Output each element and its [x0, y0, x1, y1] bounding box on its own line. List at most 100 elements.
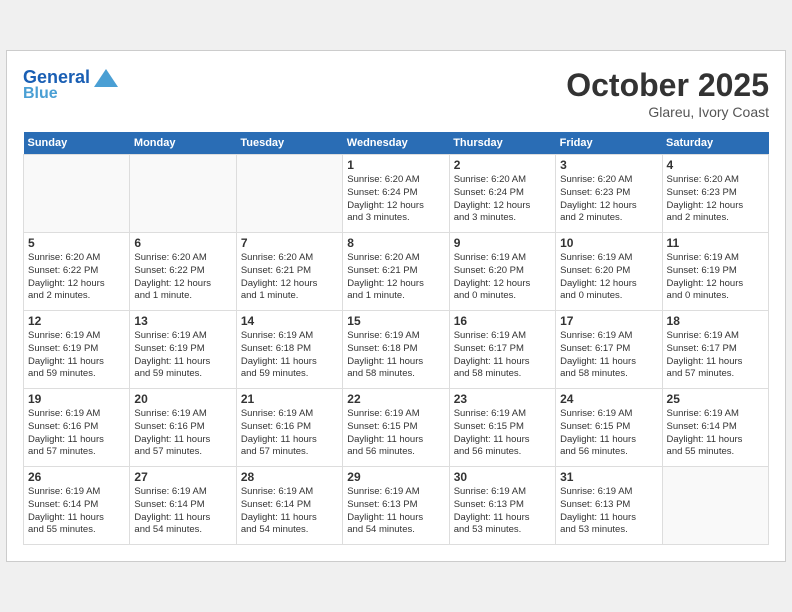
day-number: 2 — [454, 158, 551, 172]
day-number: 19 — [28, 392, 125, 406]
day-info: Sunrise: 6:20 AM Sunset: 6:21 PM Dayligh… — [241, 252, 338, 303]
weekday-header-tuesday: Tuesday — [236, 132, 342, 155]
day-info: Sunrise: 6:19 AM Sunset: 6:19 PM Dayligh… — [134, 330, 231, 381]
month-title: October 2025 — [566, 67, 769, 104]
day-info: Sunrise: 6:19 AM Sunset: 6:18 PM Dayligh… — [347, 330, 444, 381]
day-cell: 3Sunrise: 6:20 AM Sunset: 6:23 PM Daylig… — [556, 155, 662, 233]
location: Glareu, Ivory Coast — [566, 104, 769, 120]
day-info: Sunrise: 6:20 AM Sunset: 6:23 PM Dayligh… — [560, 174, 657, 225]
day-info: Sunrise: 6:19 AM Sunset: 6:20 PM Dayligh… — [454, 252, 551, 303]
day-cell: 27Sunrise: 6:19 AM Sunset: 6:14 PM Dayli… — [130, 467, 236, 545]
calendar-table: SundayMondayTuesdayWednesdayThursdayFrid… — [23, 132, 769, 545]
day-cell — [24, 155, 130, 233]
day-info: Sunrise: 6:19 AM Sunset: 6:17 PM Dayligh… — [454, 330, 551, 381]
logo: General Blue — [23, 67, 118, 103]
day-info: Sunrise: 6:19 AM Sunset: 6:15 PM Dayligh… — [347, 408, 444, 459]
day-info: Sunrise: 6:19 AM Sunset: 6:15 PM Dayligh… — [454, 408, 551, 459]
day-cell: 15 Sunrise: 6:19 AM Sunset: 6:18 PM Dayli… — [343, 311, 449, 389]
day-number: 25 — [667, 392, 764, 406]
day-cell: 21 Sunrise: 6:19 AM Sunset: 6:16 PM Dayli… — [236, 389, 342, 467]
day-cell: 22 Sunrise: 6:19 AM Sunset: 6:15 PM Dayli… — [343, 389, 449, 467]
day-number: 17 — [560, 314, 657, 328]
day-cell: 26 Sunrise: 6:19 AM Sunset: 6:14 PM Dayli… — [24, 467, 130, 545]
day-number: 27 — [134, 470, 231, 484]
day-cell: 19Sunrise: 6:19 AM Sunset: 6:16 PM Dayli… — [24, 389, 130, 467]
day-info: Sunrise: 6:19 AM Sunset: 6:14 PM Dayligh… — [667, 408, 764, 459]
calendar-container: General Blue October 2025 Glareu, Ivory … — [6, 50, 786, 562]
day-cell: 17 Sunrise: 6:19 AM Sunset: 6:17 PM Dayli… — [556, 311, 662, 389]
day-cell: 13 Sunrise: 6:19 AM Sunset: 6:19 PM Dayli… — [130, 311, 236, 389]
day-info: Sunrise: 6:19 AM Sunset: 6:18 PM Dayligh… — [241, 330, 338, 381]
title-section: October 2025 Glareu, Ivory Coast — [566, 67, 769, 120]
day-number: 14 — [241, 314, 338, 328]
header: General Blue October 2025 Glareu, Ivory … — [23, 67, 769, 120]
day-cell: 7 Sunrise: 6:20 AM Sunset: 6:21 PM Daylig… — [236, 233, 342, 311]
day-info: Sunrise: 6:20 AM Sunset: 6:22 PM Dayligh… — [134, 252, 231, 303]
day-cell: 6Sunrise: 6:20 AM Sunset: 6:22 PM Daylig… — [130, 233, 236, 311]
day-number: 24 — [560, 392, 657, 406]
day-info: Sunrise: 6:19 AM Sunset: 6:13 PM Dayligh… — [347, 486, 444, 537]
day-info: Sunrise: 6:20 AM Sunset: 6:22 PM Dayligh… — [28, 252, 125, 303]
day-number: 1 — [347, 158, 444, 172]
day-info: Sunrise: 6:19 AM Sunset: 6:16 PM Dayligh… — [241, 408, 338, 459]
day-info: Sunrise: 6:20 AM Sunset: 6:24 PM Dayligh… — [347, 174, 444, 225]
day-cell: 24 Sunrise: 6:19 AM Sunset: 6:15 PM Dayli… — [556, 389, 662, 467]
day-number: 20 — [134, 392, 231, 406]
day-number: 26 — [28, 470, 125, 484]
day-info: Sunrise: 6:19 AM Sunset: 6:15 PM Dayligh… — [560, 408, 657, 459]
week-row-2: 12 Sunrise: 6:19 AM Sunset: 6:19 PM Dayli… — [24, 311, 769, 389]
logo-subtext: Blue — [23, 85, 58, 103]
day-number: 8 — [347, 236, 444, 250]
day-number: 29 — [347, 470, 444, 484]
week-row-3: 19 Sunrise: 6:19 AM Sunset: 6:16 PM Dayli… — [24, 389, 769, 467]
day-info: Sunrise: 6:19 AM Sunset: 6:17 PM Dayligh… — [560, 330, 657, 381]
day-info: Sunrise: 6:19 AM Sunset: 6:19 PM Dayligh… — [667, 252, 764, 303]
day-cell: 18Sunrise: 6:19 AM Sunset: 6:17 PM Dayli… — [662, 311, 768, 389]
weekday-header-friday: Friday — [556, 132, 662, 155]
day-cell — [130, 155, 236, 233]
day-cell: 23 Sunrise: 6:19 AM Sunset: 6:15 PM Dayli… — [449, 389, 555, 467]
day-info: Sunrise: 6:19 AM Sunset: 6:19 PM Dayligh… — [28, 330, 125, 381]
day-number: 9 — [454, 236, 551, 250]
day-cell: 20 Sunrise: 6:19 AM Sunset: 6:16 PM Dayli… — [130, 389, 236, 467]
day-number: 31 — [560, 470, 657, 484]
day-cell: 9 Sunrise: 6:19 AM Sunset: 6:20 PM Daylig… — [449, 233, 555, 311]
day-info: Sunrise: 6:19 AM Sunset: 6:13 PM Dayligh… — [560, 486, 657, 537]
weekday-header-thursday: Thursday — [449, 132, 555, 155]
day-number: 10 — [560, 236, 657, 250]
week-row-4: 26 Sunrise: 6:19 AM Sunset: 6:14 PM Dayli… — [24, 467, 769, 545]
day-number: 22 — [347, 392, 444, 406]
weekday-header-row: SundayMondayTuesdayWednesdayThursdayFrid… — [24, 132, 769, 155]
day-info: Sunrise: 6:20 AM Sunset: 6:21 PM Dayligh… — [347, 252, 444, 303]
day-info: Sunrise: 6:19 AM Sunset: 6:20 PM Dayligh… — [560, 252, 657, 303]
day-cell: 31 Sunrise: 6:19 AM Sunset: 6:13 PM Dayli… — [556, 467, 662, 545]
day-number: 15 — [347, 314, 444, 328]
day-cell: 11 Sunrise: 6:19 AM Sunset: 6:19 PM Dayli… — [662, 233, 768, 311]
day-cell: 8 Sunrise: 6:20 AM Sunset: 6:21 PM Daylig… — [343, 233, 449, 311]
weekday-header-wednesday: Wednesday — [343, 132, 449, 155]
week-row-0: 1 Sunrise: 6:20 AM Sunset: 6:24 PM Daylig… — [24, 155, 769, 233]
weekday-header-saturday: Saturday — [662, 132, 768, 155]
day-cell: 16Sunrise: 6:19 AM Sunset: 6:17 PM Dayli… — [449, 311, 555, 389]
day-number: 13 — [134, 314, 231, 328]
day-number: 5 — [28, 236, 125, 250]
day-info: Sunrise: 6:19 AM Sunset: 6:16 PM Dayligh… — [134, 408, 231, 459]
day-number: 18 — [667, 314, 764, 328]
day-cell: 14 Sunrise: 6:19 AM Sunset: 6:18 PM Dayli… — [236, 311, 342, 389]
day-cell: 30Sunrise: 6:19 AM Sunset: 6:13 PM Dayli… — [449, 467, 555, 545]
day-cell: 4Sunrise: 6:20 AM Sunset: 6:23 PM Daylig… — [662, 155, 768, 233]
day-info: Sunrise: 6:19 AM Sunset: 6:14 PM Dayligh… — [241, 486, 338, 537]
day-number: 30 — [454, 470, 551, 484]
weekday-header-monday: Monday — [130, 132, 236, 155]
day-number: 23 — [454, 392, 551, 406]
day-cell: 1 Sunrise: 6:20 AM Sunset: 6:24 PM Daylig… — [343, 155, 449, 233]
day-number: 7 — [241, 236, 338, 250]
day-cell: 29 Sunrise: 6:19 AM Sunset: 6:13 PM Dayli… — [343, 467, 449, 545]
day-cell: 5 Sunrise: 6:20 AM Sunset: 6:22 PM Daylig… — [24, 233, 130, 311]
day-info: Sunrise: 6:19 AM Sunset: 6:14 PM Dayligh… — [28, 486, 125, 537]
day-number: 11 — [667, 236, 764, 250]
day-number: 12 — [28, 314, 125, 328]
day-info: Sunrise: 6:20 AM Sunset: 6:24 PM Dayligh… — [454, 174, 551, 225]
day-number: 21 — [241, 392, 338, 406]
day-cell: 28Sunrise: 6:19 AM Sunset: 6:14 PM Dayli… — [236, 467, 342, 545]
